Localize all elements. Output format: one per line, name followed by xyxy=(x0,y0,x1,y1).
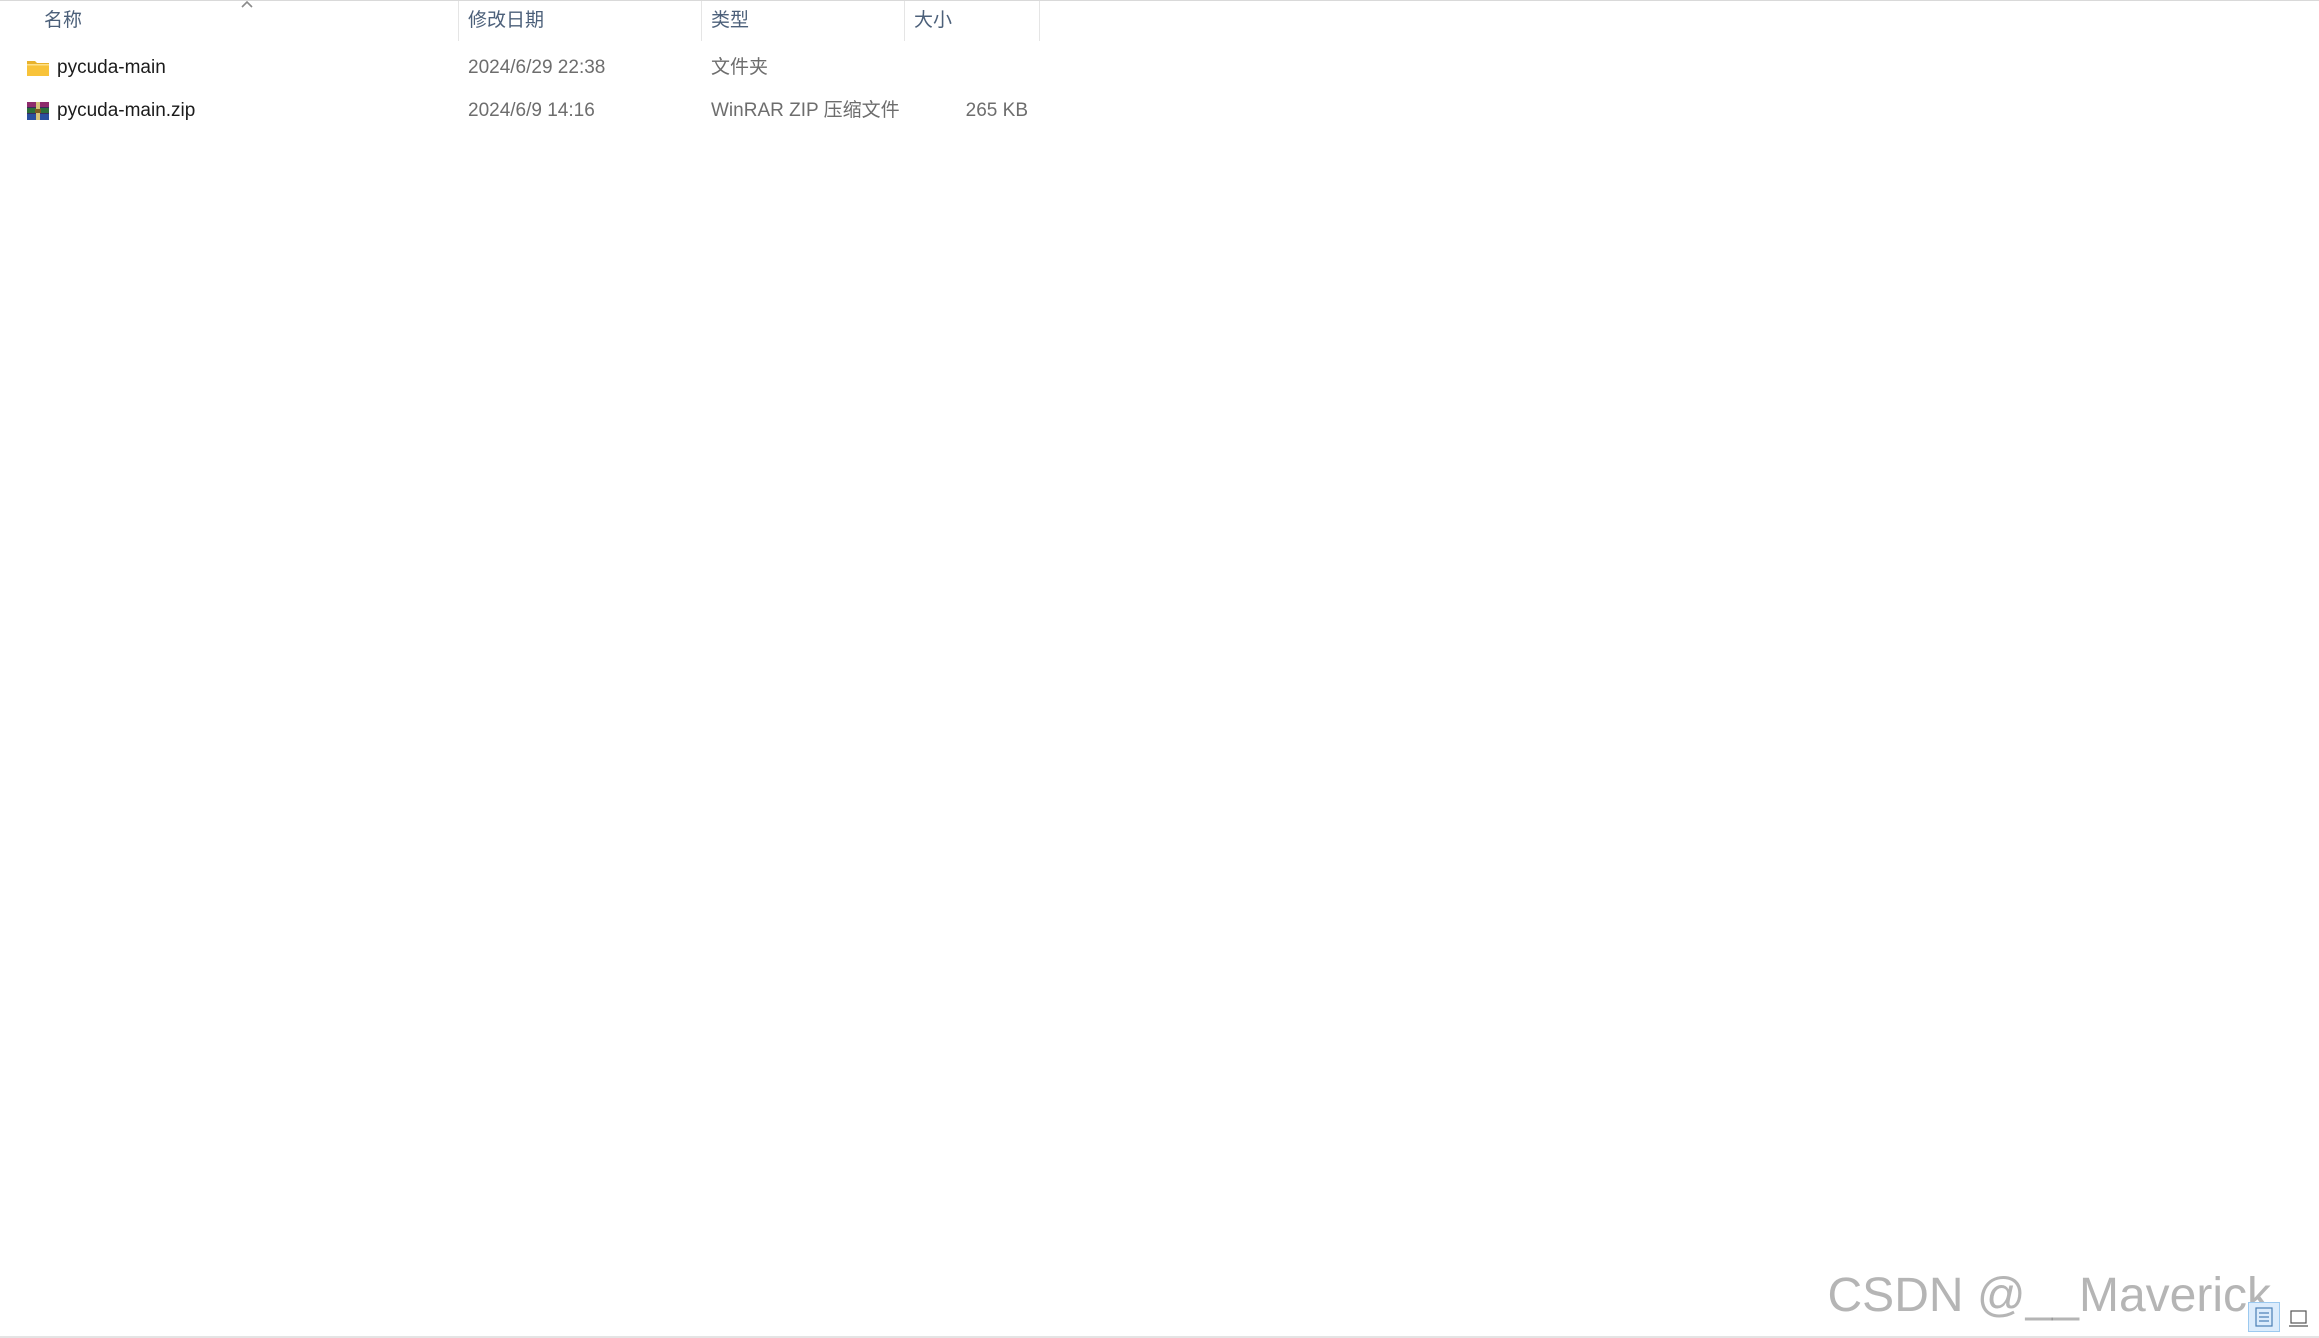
column-header-type[interactable]: 类型 xyxy=(701,1,904,41)
large-icons-view-button[interactable] xyxy=(2284,1302,2316,1332)
file-name: pycuda-main.zip xyxy=(57,100,196,121)
details-view-icon xyxy=(2255,1307,2273,1327)
file-size: 265 KB xyxy=(965,100,1028,121)
column-divider[interactable] xyxy=(1039,1,1040,41)
file-row[interactable]: pycuda-main 2024/6/29 22:38 文件夹 xyxy=(0,48,1040,88)
chevron-up-icon xyxy=(241,0,253,8)
file-name: pycuda-main xyxy=(57,57,166,78)
file-date: 2024/6/9 14:16 xyxy=(468,100,595,121)
column-header-name-label: 名称 xyxy=(44,10,83,31)
folder-icon xyxy=(27,61,49,76)
column-header-date[interactable]: 修改日期 xyxy=(458,1,701,41)
winrar-archive-icon xyxy=(27,102,49,120)
column-header-size[interactable]: 大小 xyxy=(904,1,1039,41)
file-type: WinRAR ZIP 压缩文件 xyxy=(711,100,900,121)
column-header-type-label: 类型 xyxy=(711,10,750,31)
watermark: CSDN @__Maverick xyxy=(1827,1269,2271,1322)
column-header: 名称 修改日期 类型 大小 xyxy=(0,0,1040,41)
large-icons-view-icon xyxy=(2289,1310,2308,1327)
column-header-date-label: 修改日期 xyxy=(468,10,545,31)
details-view-button[interactable] xyxy=(2248,1302,2280,1332)
file-row[interactable]: pycuda-main.zip 2024/6/9 14:16 WinRAR ZI… xyxy=(0,91,1040,131)
file-date: 2024/6/29 22:38 xyxy=(468,57,606,78)
file-explorer-pane: 名称 修改日期 类型 大小 pycuda-main 2024/6/29 22:3… xyxy=(0,0,2319,1338)
column-header-size-label: 大小 xyxy=(914,10,953,31)
file-type: 文件夹 xyxy=(711,57,769,78)
file-size xyxy=(880,48,1028,88)
